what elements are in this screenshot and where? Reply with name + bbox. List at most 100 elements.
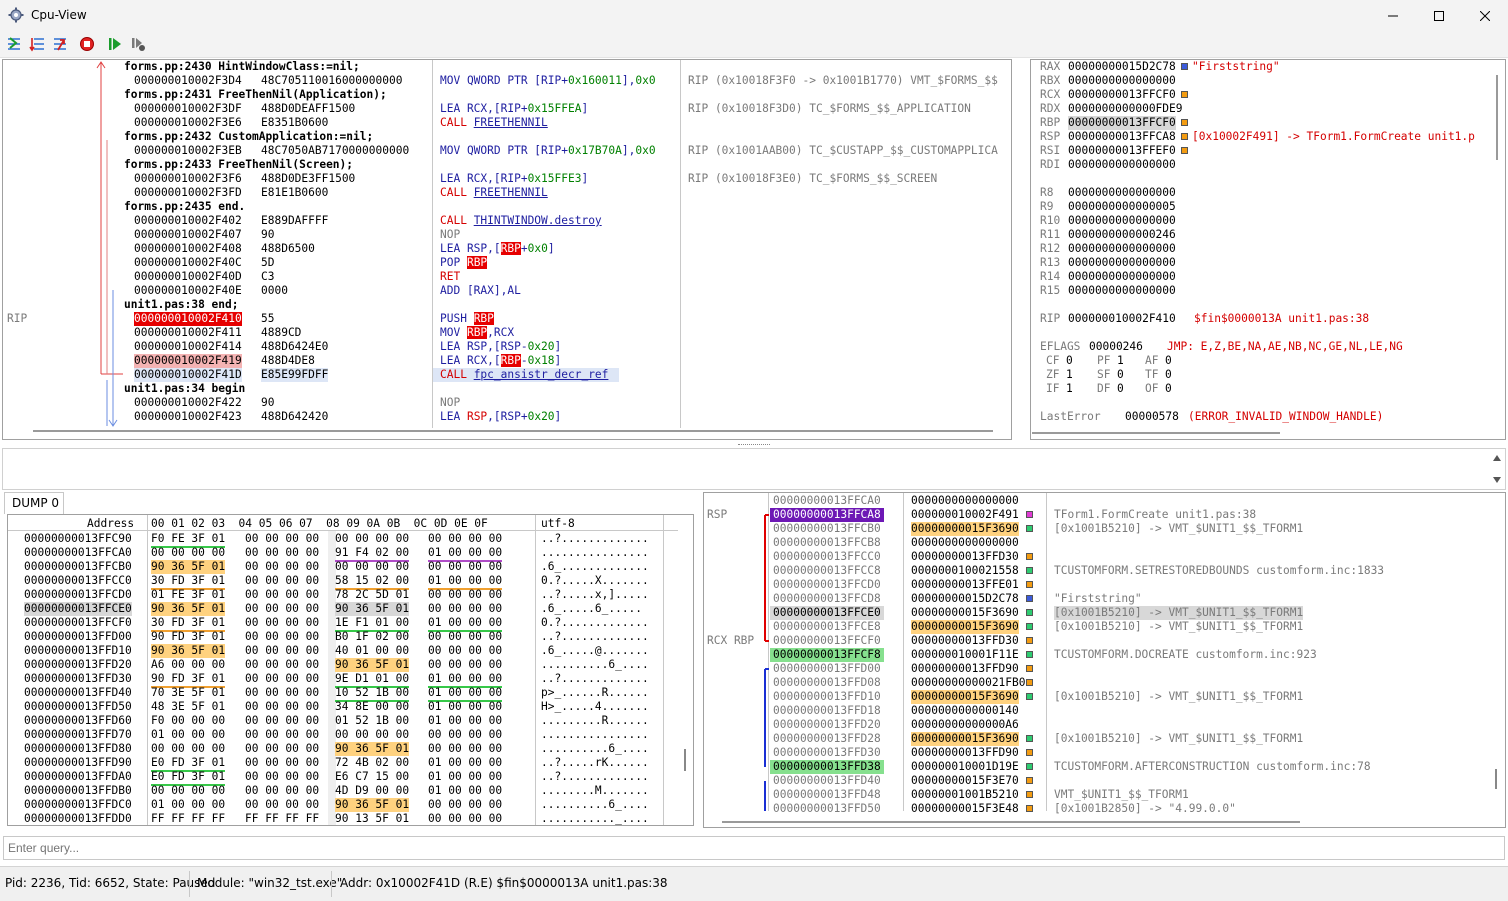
- stack-value[interactable]: 00000000015F3E70: [911, 774, 1019, 788]
- hex-dump-panel[interactable]: Address 00 01 02 03 04 05 06 07 08 09 0A…: [7, 514, 694, 826]
- disasm-row[interactable]: 000000010002F3D4 48C705110016000000000 MOV…: [3, 74, 1003, 88]
- dump-address[interactable]: 00000000013FFDB0: [24, 784, 132, 798]
- dump-byte-group[interactable]: 00 00 00 00: [245, 602, 319, 616]
- stack-address[interactable]: 00000000013FFD20: [770, 718, 884, 732]
- register-row[interactable]: RDX 0000000000000FDE9: [1040, 102, 1490, 116]
- instruction-text[interactable]: MOV QWORD PTR [RIP+0x160011],0x0: [440, 74, 656, 88]
- disasm-row[interactable]: 000000010002F3E6 E8351B0600 CALL FREETHENN…: [3, 116, 1003, 130]
- registers-panel[interactable]: RAX 00000000015D2C78 "Firststring" RBX 00000…: [1030, 59, 1506, 440]
- stack-vscroll-thumb[interactable]: [1495, 769, 1497, 789]
- disasm-row[interactable]: 000000010002F3DF 488D0DEAFF1500 LEA RCX,[R…: [3, 102, 1003, 116]
- close-button[interactable]: [1462, 0, 1508, 31]
- register-value[interactable]: 00000000013FFCF0: [1068, 88, 1176, 102]
- stack-row[interactable]: 00000000013FFD40 00000000015F3E70: [704, 774, 1494, 788]
- dump-byte-group[interactable]: 00 00 00 00: [428, 560, 502, 574]
- dump-byte-group[interactable]: 00 00 00 00: [245, 700, 319, 714]
- stack-value[interactable]: 00000000013FFD90: [911, 746, 1019, 760]
- dump-row[interactable]: 00000000013FFDB0 00 00 00 00 00 00 00 00 4D…: [8, 784, 678, 798]
- instruction-address[interactable]: 000000010002F423: [134, 410, 242, 424]
- register-value[interactable]: 0000000000000000: [1068, 256, 1176, 270]
- instruction-text[interactable]: RET: [440, 270, 460, 284]
- dump-byte-group[interactable]: 00 00 00 00: [428, 588, 502, 602]
- register-value[interactable]: 0000000000000000: [1068, 214, 1176, 228]
- dump-byte-group[interactable]: 00 00 00 00: [428, 812, 502, 825]
- dump-row[interactable]: 00000000013FFCC0 30 FD 3F 01 00 00 00 00 58…: [8, 574, 678, 590]
- dump-byte-group[interactable]: 90 36 5F 01: [151, 560, 226, 574]
- disasm-row[interactable]: 000000010002F410 55 PUSH RBP: [3, 312, 1003, 326]
- disasm-row[interactable]: 000000010002F41D E85E99FDFF CALL fpc_ansis…: [3, 368, 1003, 382]
- register-row[interactable]: R10 0000000000000000: [1040, 214, 1490, 228]
- dump-byte-group[interactable]: 90 36 5F 01: [151, 602, 226, 616]
- stack-address[interactable]: 00000000013FFD40: [770, 774, 884, 788]
- dump-byte-group[interactable]: 00 00 00 00: [245, 658, 319, 672]
- dump-byte-group[interactable]: 00 00 00 00: [151, 546, 225, 560]
- stack-address[interactable]: 00000000013FFCB0: [770, 522, 884, 536]
- instruction-text[interactable]: LEA RSP,[RBP+0x0]: [440, 242, 555, 256]
- stack-value[interactable]: 00000000015F3690: [911, 690, 1019, 704]
- register-row[interactable]: RBX 0000000000000000: [1040, 74, 1490, 88]
- instruction-address[interactable]: 000000010002F419: [134, 354, 242, 368]
- instruction-address[interactable]: 000000010002F3EB: [134, 144, 242, 158]
- stack-row[interactable]: 00000000013FFD38 000000010001D19E TCUSTOMF…: [704, 760, 1494, 774]
- dump-address[interactable]: 00000000013FFCE0: [24, 602, 132, 616]
- stack-row[interactable]: 00000000013FFD18 0000000000000140: [704, 704, 1494, 718]
- dump-byte-group[interactable]: 00 00 00 00: [428, 644, 502, 658]
- dump-address[interactable]: 00000000013FFCC0: [24, 574, 132, 588]
- instruction-text[interactable]: ADD [RAX],AL: [440, 284, 521, 298]
- stop-icon[interactable]: [79, 36, 95, 52]
- dump-row[interactable]: 00000000013FFD60 F0 00 00 00 00 00 00 00 01…: [8, 714, 678, 728]
- stack-address[interactable]: 00000000013FFCB8: [770, 536, 884, 550]
- dump-byte-group[interactable]: 48 3E 5F 01: [151, 700, 225, 714]
- disasm-row[interactable]: 000000010002F408 488D6500 LEA RSP,[RBP+0x0…: [3, 242, 1003, 256]
- register-value[interactable]: 00000000015D2C78: [1068, 60, 1176, 74]
- instruction-address[interactable]: 000000010002F422: [134, 396, 242, 410]
- dump-byte-group[interactable]: 00 00 00 00: [245, 588, 319, 602]
- dump-byte-group[interactable]: 90 13 5F 01: [335, 812, 409, 825]
- dump-row[interactable]: 00000000013FFDD0 FF FF FF FF FF FF FF FF 90…: [8, 812, 678, 825]
- stack-row[interactable]: 00000000013FFD00 00000000013FFD90: [704, 662, 1494, 676]
- register-row[interactable]: R9 0000000000000005: [1040, 200, 1490, 214]
- dump-row[interactable]: 00000000013FFD10 90 36 5F 01 00 00 00 00 40…: [8, 644, 678, 658]
- dump-vscroll-thumb[interactable]: [684, 749, 686, 771]
- dump-row[interactable]: 00000000013FFD50 48 3E 5F 01 00 00 00 00 34…: [8, 700, 678, 714]
- instruction-address[interactable]: 000000010002F410: [134, 312, 242, 326]
- instruction-address[interactable]: 000000010002F3D4: [134, 74, 242, 88]
- register-value[interactable]: 00000000013FFCF0: [1068, 116, 1176, 130]
- register-row[interactable]: R14 0000000000000000: [1040, 270, 1490, 284]
- disasm-row[interactable]: 000000010002F3EB 48C7050AB7170000000000 MO…: [3, 144, 1003, 158]
- dump-byte-group[interactable]: 00 00 00 00: [151, 784, 225, 798]
- dump-byte-group[interactable]: 00 00 00 00: [335, 728, 409, 742]
- instruction-text[interactable]: CALL fpc_ansistr_decr_ref: [440, 368, 608, 382]
- stack-address[interactable]: 00000000013FFCF8: [770, 648, 884, 662]
- query-input[interactable]: [3, 836, 1505, 860]
- instruction-text[interactable]: LEA RCX,[RIP+0x15FFE3]: [440, 172, 588, 186]
- dump-address[interactable]: 00000000013FFD50: [24, 700, 132, 714]
- maximize-button[interactable]: [1416, 0, 1462, 31]
- flag-value[interactable]: 0: [1117, 368, 1124, 382]
- register-row[interactable]: EFLAGS 00000246 JMP: E,Z,BE,NA,AE,NB,NC,GE…: [1040, 340, 1490, 354]
- register-row[interactable]: R15 0000000000000000: [1040, 284, 1490, 298]
- dump-byte-group[interactable]: 90 36 5F 01: [335, 658, 410, 672]
- disasm-row[interactable]: 000000010002F402 E889DAFFFF CALL THINTWIND…: [3, 214, 1003, 228]
- stack-value[interactable]: 0000000000000000: [911, 494, 1019, 508]
- flag-value[interactable]: 1: [1066, 368, 1073, 382]
- dump-byte-group[interactable]: 00 00 00 00: [245, 546, 319, 560]
- stack-row[interactable]: RSP 00000000013FFCA8 000000010002F491 TForm…: [704, 508, 1494, 522]
- stack-row[interactable]: 00000000013FFCB8 0000000000000000: [704, 536, 1494, 550]
- dump-byte-group[interactable]: 01 00 00 00: [428, 770, 502, 784]
- dump-byte-group[interactable]: B0 1F 02 00: [335, 630, 409, 644]
- stack-value[interactable]: 000000010001D19E: [911, 760, 1019, 774]
- stack-row[interactable]: 00000000013FFCD8 00000000015D2C78 "Firstst…: [704, 592, 1494, 606]
- dump-byte-group[interactable]: 00 00 00 00: [245, 784, 319, 798]
- register-row[interactable]: RAX 00000000015D2C78 "Firststring": [1040, 60, 1490, 74]
- dump-byte-group[interactable]: 01 00 00 00: [428, 714, 502, 728]
- register-row[interactable]: RCX 00000000013FFCF0: [1040, 88, 1490, 102]
- dump-byte-group[interactable]: 01 52 1B 00: [335, 714, 409, 728]
- stack-address[interactable]: 00000000013FFD18: [770, 704, 884, 718]
- dump-byte-group[interactable]: 90 36 5F 01: [151, 644, 226, 658]
- register-value[interactable]: 0000000000000005: [1068, 200, 1176, 214]
- dump-byte-group[interactable]: 70 3E 5F 01: [151, 686, 225, 700]
- dump-row[interactable]: 00000000013FFCE0 90 36 5F 01 00 00 00 00 90…: [8, 602, 678, 616]
- instruction-text[interactable]: CALL FREETHENNIL: [440, 116, 548, 130]
- dump-byte-group[interactable]: F0 00 00 00: [151, 714, 225, 728]
